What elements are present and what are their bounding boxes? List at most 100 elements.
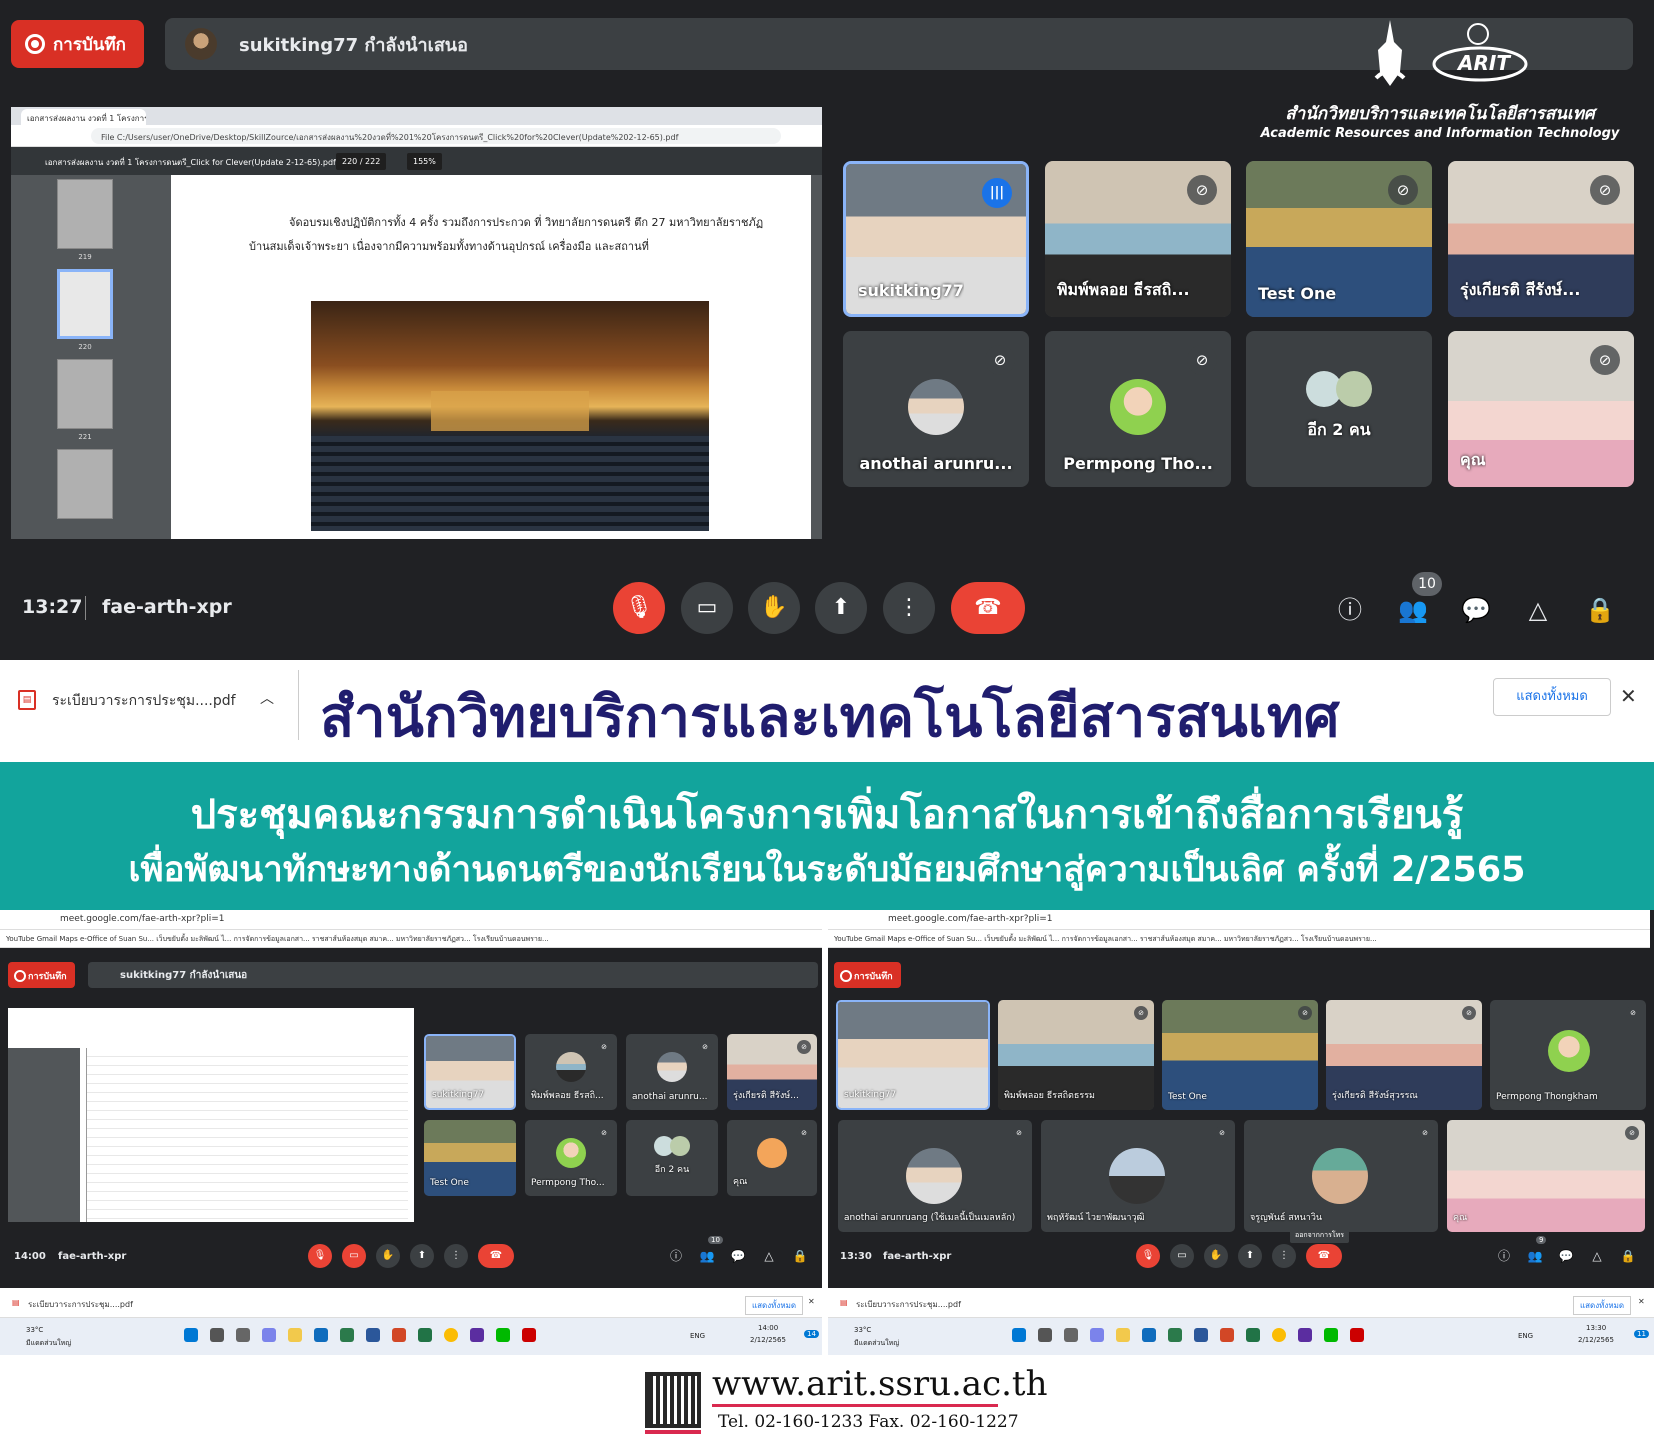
participant-tile[interactable]: ||| sukitking77 [843, 161, 1029, 317]
raise-hand-icon[interactable]: ✋ [376, 1244, 400, 1268]
chevron-up-icon[interactable]: ︿ [260, 688, 274, 708]
download-file-name[interactable]: ระเบียบวาระการประชุม....pdf [28, 1298, 133, 1311]
folder-icon[interactable] [1116, 1328, 1130, 1342]
camera-icon[interactable]: ▭ [1170, 1244, 1194, 1268]
info-icon[interactable]: ⓘ [666, 1246, 686, 1266]
taskbar-time[interactable]: 13:30 [1586, 1324, 1606, 1332]
end-call-icon[interactable]: ☎ [951, 582, 1025, 634]
close-icon[interactable]: ✕ [1620, 684, 1637, 708]
info-icon[interactable]: ⓘ [1330, 590, 1370, 630]
self-tile[interactable]: ⊘ คุณ [727, 1120, 817, 1196]
more-icon[interactable]: ⋮ [444, 1244, 468, 1268]
taskbar-time[interactable]: 14:00 [758, 1324, 778, 1332]
participant-tile[interactable]: ⊘ anothai arunru... [626, 1034, 718, 1110]
participant-tile[interactable]: Test One [424, 1120, 516, 1196]
camera-off-icon[interactable]: ▭ [342, 1244, 366, 1268]
recording-indicator[interactable]: การบันทึก [8, 962, 75, 988]
start-icon[interactable] [1012, 1328, 1026, 1342]
task-view-icon[interactable] [236, 1328, 250, 1342]
present-icon[interactable]: ⬆ [410, 1244, 434, 1268]
more-icon[interactable]: ⋮ [883, 582, 935, 634]
close-icon[interactable]: ✕ [808, 1297, 815, 1306]
notification-badge[interactable]: 14 [804, 1330, 819, 1338]
more-icon[interactable]: ⋮ [1272, 1244, 1296, 1268]
chat-icon[interactable]: 💬 [1456, 590, 1496, 630]
bookmarks-bar[interactable]: YouTube Gmail Maps e-Office of Suan Su..… [0, 930, 822, 948]
participant-tile[interactable]: ⊘ Permpong Tho... [1045, 331, 1231, 487]
chrome-icon[interactable] [1272, 1328, 1286, 1342]
chat-icon[interactable]: 💬 [728, 1246, 748, 1266]
acrobat-icon[interactable] [1350, 1328, 1364, 1342]
activities-icon[interactable]: △ [759, 1246, 779, 1266]
raise-hand-icon[interactable]: ✋ [1204, 1244, 1228, 1268]
mic-off-icon[interactable]: 🎙 [308, 1244, 332, 1268]
app-icon[interactable] [1298, 1328, 1312, 1342]
taskbar-date[interactable]: 2/12/2565 [1578, 1336, 1614, 1344]
line-icon[interactable] [496, 1328, 510, 1342]
download-file-name[interactable]: ระเบียบวาระการประชุม....pdf [856, 1298, 961, 1311]
mic-off-icon[interactable]: 🎙 [1136, 1244, 1160, 1268]
host-controls-icon[interactable]: 🔒 [790, 1246, 810, 1266]
url-input[interactable]: meet.google.com/fae-arth-xpr?pli=1 [60, 914, 224, 924]
participant-tile[interactable]: ⊘ จรูญพันธ์ สหนาวิน [1244, 1120, 1438, 1232]
participant-tile[interactable]: ⊘ Permpong Tho... [525, 1120, 617, 1196]
pdf-viewer[interactable]: จัดอบรมเชิงปฏิบัติการทั้ง 4 ครั้ง รวมถึง… [161, 175, 822, 539]
participant-tile[interactable]: sukitking77 [424, 1034, 516, 1110]
mic-off-icon[interactable]: 🎙 [613, 582, 665, 634]
pdf-thumbnail[interactable] [57, 179, 113, 249]
people-icon[interactable]: 👥 [1393, 590, 1433, 630]
line-icon[interactable] [1324, 1328, 1338, 1342]
end-call-icon[interactable]: ☎ [1306, 1244, 1342, 1268]
participant-tile[interactable]: ⊘ Test One [1246, 161, 1432, 317]
end-call-icon[interactable]: ☎ [478, 1244, 514, 1268]
teams-icon[interactable] [262, 1328, 276, 1342]
host-controls-icon[interactable]: 🔒 [1618, 1246, 1638, 1266]
weather-temp[interactable]: 33°C [854, 1326, 871, 1334]
url-input[interactable]: File C:/Users/user/OneDrive/Desktop/Skil… [91, 128, 781, 144]
activities-icon[interactable]: △ [1587, 1246, 1607, 1266]
browser-tab[interactable]: เอกสารส่งผลงาน งวดที่ 1 โครงการดนตรี_Cli… [21, 109, 146, 125]
self-tile[interactable]: ⊘ คุณ [1447, 1120, 1645, 1232]
teams-icon[interactable] [1090, 1328, 1104, 1342]
search-icon[interactable] [210, 1328, 224, 1342]
participant-tile[interactable]: ⊘ รุ่งเกียรติ สีรังษ์สุวรรณ [1326, 1000, 1482, 1110]
participant-tile[interactable]: ⊘ Test One [1162, 1000, 1318, 1110]
language-indicator[interactable]: ENG [690, 1332, 705, 1340]
recording-indicator[interactable]: การบันทึก [834, 962, 901, 988]
mail-icon[interactable] [314, 1328, 328, 1342]
excel-icon[interactable] [1246, 1328, 1260, 1342]
chat-icon[interactable]: 💬 [1556, 1246, 1576, 1266]
folder-icon[interactable] [288, 1328, 302, 1342]
participant-tile[interactable]: ⊘ รุ่งเกียรติ สีรังษ์... [1448, 161, 1634, 317]
participant-tile[interactable]: ⊘ Permpong Thongkham [1490, 1000, 1646, 1110]
participant-tile[interactable]: ⊘ พฤหัรัฒน์ ไวยาพัฒนาวุฒิ [1041, 1120, 1235, 1232]
show-all-button[interactable]: แสดงทั้งหมด [1493, 678, 1611, 716]
show-all-button[interactable]: แสดงทั้งหมด [745, 1296, 804, 1315]
people-icon[interactable]: 👥 [1525, 1246, 1545, 1266]
word-icon[interactable] [366, 1328, 380, 1342]
powerpoint-icon[interactable] [392, 1328, 406, 1342]
word-icon[interactable] [1194, 1328, 1208, 1342]
raise-hand-icon[interactable]: ✋ [748, 582, 800, 634]
host-controls-icon[interactable]: 🔒 [1580, 590, 1620, 630]
present-icon[interactable]: ⬆ [1238, 1244, 1262, 1268]
taskbar-date[interactable]: 2/12/2565 [750, 1336, 786, 1344]
chrome-icon[interactable] [444, 1328, 458, 1342]
activities-icon[interactable]: △ [1518, 590, 1558, 630]
search-icon[interactable] [1038, 1328, 1052, 1342]
participant-tile[interactable]: sukitking77 [836, 1000, 990, 1110]
pdf-thumbnail[interactable] [57, 359, 113, 429]
language-indicator[interactable]: ENG [1518, 1332, 1533, 1340]
pdf-zoom-level[interactable]: 155% [407, 153, 442, 170]
participant-tile[interactable]: ⊘ พิมพ์พลอย ธีรสถิ... [1045, 161, 1231, 317]
website-url[interactable]: www.arit.ssru.ac.th [712, 1364, 1047, 1404]
others-tile[interactable]: อีก 2 คน [1246, 331, 1432, 487]
participant-tile[interactable]: ⊘ anothai arunruang (ใช้เมลนี้เป็นเมลหลั… [838, 1120, 1032, 1232]
close-icon[interactable]: ✕ [1638, 1297, 1645, 1306]
participant-tile[interactable]: ⊘ anothai arunru... [843, 331, 1029, 487]
app-icon[interactable] [470, 1328, 484, 1342]
acrobat-icon[interactable] [522, 1328, 536, 1342]
powerpoint-icon[interactable] [1220, 1328, 1234, 1342]
participant-tile[interactable]: ⊘ รุ่งเกียรติ สีรังษ์... [727, 1034, 817, 1110]
present-icon[interactable]: ⬆ [815, 582, 867, 634]
